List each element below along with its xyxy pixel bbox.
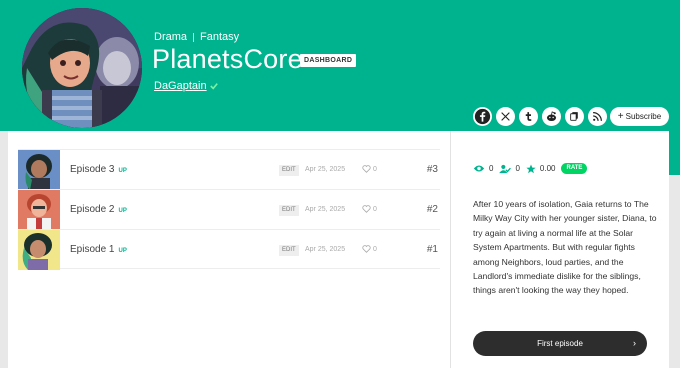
subscribers-count: 0 — [515, 164, 520, 173]
verified-check-icon — [209, 83, 218, 90]
episode-thumbnail[interactable] — [18, 150, 60, 190]
episode-title[interactable]: Episode 2 — [70, 204, 114, 215]
author-link[interactable]: DaGaptain — [154, 80, 218, 92]
page-gutter-left — [0, 131, 8, 368]
genre-list: Drama Fantasy — [154, 31, 239, 43]
episode-number: #2 — [426, 204, 438, 215]
episode-row[interactable]: Episode 2 UP EDIT Apr 25, 2025 0 #2 — [18, 189, 440, 230]
episode-like-count: 0 — [373, 205, 377, 213]
rss-icon[interactable] — [588, 107, 607, 126]
views-stat: 0 — [473, 164, 493, 173]
episode-number: #3 — [426, 164, 438, 175]
plus-icon: + — [617, 110, 624, 122]
episode-up-badge: UP — [118, 168, 127, 174]
rate-button[interactable]: RATE — [561, 163, 588, 174]
rating-stat: 0.00 — [526, 164, 556, 174]
series-title: PlanetsCore — [152, 44, 303, 74]
episode-title[interactable]: Episode 3 — [70, 164, 114, 175]
copy-link-icon[interactable] — [565, 107, 584, 126]
episode-row[interactable]: Episode 1 UP EDIT Apr 25, 2025 0 #1 — [18, 229, 440, 270]
edit-episode-button[interactable]: EDIT — [279, 205, 299, 216]
subscriber-icon — [499, 164, 512, 173]
subscribe-label: Subscribe — [625, 112, 662, 121]
episode-row[interactable]: Episode 3 UP EDIT Apr 25, 2025 0 #3 — [18, 149, 440, 190]
first-episode-label: First episode — [537, 339, 583, 348]
edit-episode-button[interactable]: EDIT — [279, 165, 299, 176]
episode-thumbnail[interactable] — [18, 230, 60, 270]
episode-title[interactable]: Episode 1 — [70, 244, 114, 255]
views-count: 0 — [489, 164, 494, 173]
heart-icon — [362, 165, 371, 173]
reddit-icon[interactable] — [542, 107, 561, 126]
episode-number: #1 — [426, 244, 438, 255]
episode-date: Apr 25, 2025 — [305, 166, 346, 173]
episode-up-badge: UP — [118, 208, 127, 214]
episode-like-count: 0 — [373, 165, 377, 173]
author-name[interactable]: DaGaptain — [154, 80, 207, 92]
episode-up-badge: UP — [118, 248, 127, 254]
eye-icon — [473, 165, 485, 172]
genre-tag[interactable]: Drama — [154, 31, 187, 43]
rating-value: 0.00 — [539, 164, 556, 173]
first-episode-button[interactable]: First episode › — [473, 331, 647, 356]
episode-thumbnail[interactable] — [18, 190, 60, 230]
series-summary: After 10 years of isolation, Gaia return… — [473, 199, 657, 296]
dashboard-button[interactable]: DASHBOARD — [300, 54, 357, 67]
genre-divider — [193, 32, 195, 42]
episode-likes: 0 — [362, 165, 377, 173]
subscribers-stat: 0 — [499, 164, 520, 174]
series-stats: 0 0 0.00 RATE — [473, 163, 588, 174]
facebook-icon[interactable] — [473, 107, 492, 126]
episode-date: Apr 25, 2025 — [305, 206, 346, 213]
genre-tag[interactable]: Fantasy — [200, 31, 239, 43]
star-icon — [526, 164, 536, 173]
episode-likes: 0 — [362, 205, 377, 213]
chevron-right-icon: › — [633, 338, 636, 348]
heart-icon — [362, 205, 371, 213]
episode-likes: 0 — [362, 245, 377, 253]
x-icon[interactable] — [496, 107, 515, 126]
tumblr-icon[interactable] — [519, 107, 538, 126]
page-gutter-right — [669, 175, 680, 368]
edit-episode-button[interactable]: EDIT — [279, 245, 299, 256]
social-share-bar — [473, 107, 607, 126]
episode-date: Apr 25, 2025 — [305, 246, 346, 253]
episode-like-count: 0 — [373, 245, 377, 253]
series-cover-image — [22, 8, 142, 128]
heart-icon — [362, 245, 371, 253]
subscribe-button[interactable]: + Subscribe — [610, 107, 669, 126]
